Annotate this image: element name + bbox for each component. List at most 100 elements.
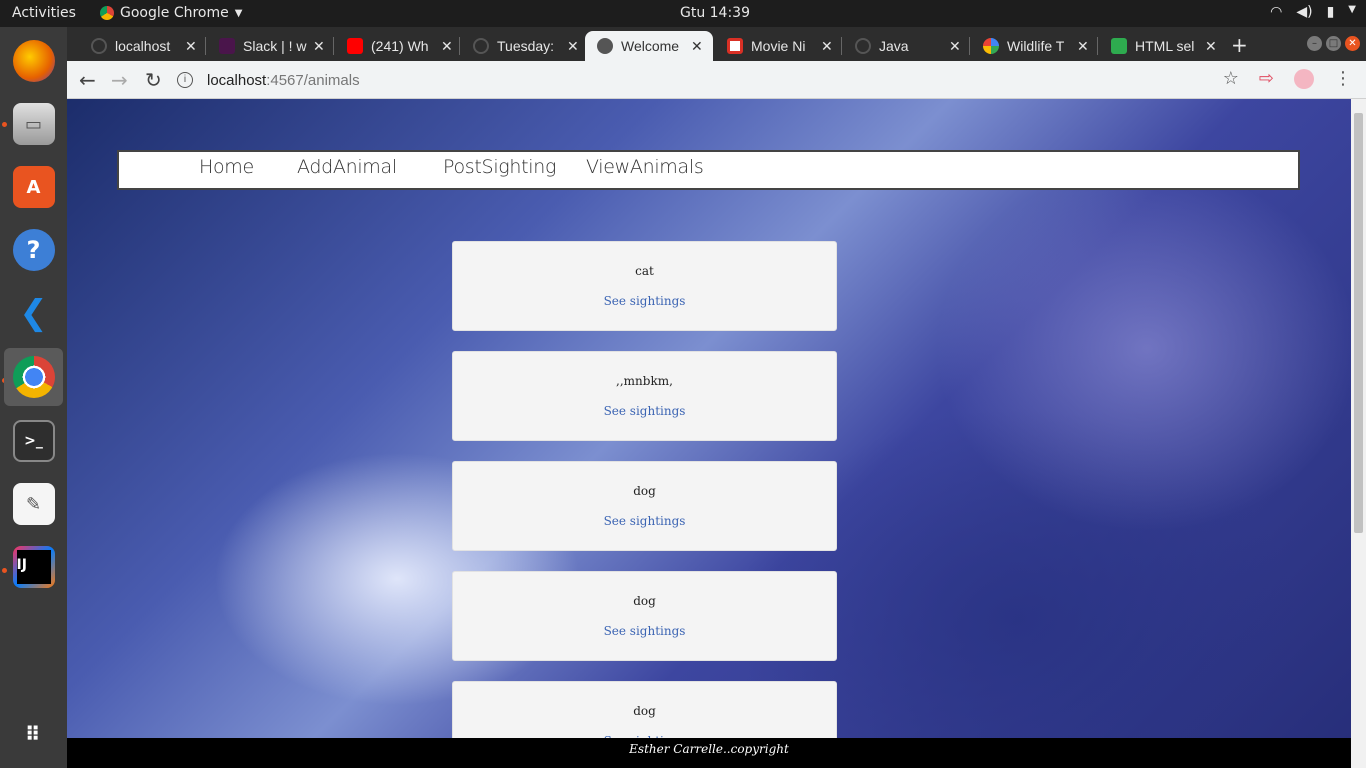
dock-text-editor[interactable]: ✎	[4, 475, 63, 533]
youtube-icon	[347, 38, 363, 54]
notepad-icon: ✎	[12, 483, 55, 525]
animal-card: ,,mnbkm, See sightings	[452, 351, 837, 441]
vscode-icon: ❮	[19, 293, 48, 333]
file-cabinet-icon: ▭	[12, 103, 55, 145]
dock-software[interactable]: A	[4, 158, 63, 216]
page-viewport: Home AddAnimal PostSighting ViewAnimals …	[67, 99, 1366, 768]
reload-icon[interactable]: ↻	[145, 68, 162, 92]
close-icon[interactable]: ✕	[691, 38, 703, 55]
loading-icon	[855, 38, 871, 54]
intellij-icon: IJ	[12, 546, 55, 588]
menu-icon[interactable]: ⋮	[1334, 68, 1352, 89]
animal-card: dog See sightings	[452, 461, 837, 551]
tab-tuesday[interactable]: Tuesday: ✕	[461, 31, 585, 61]
maximize-icon[interactable]: □	[1326, 36, 1341, 51]
loading-icon	[473, 38, 489, 54]
info-icon[interactable]: i	[177, 72, 193, 88]
wifi-icon: ◠	[1270, 4, 1283, 20]
close-icon[interactable]: ✕	[949, 38, 961, 55]
help-icon: ?	[12, 229, 55, 271]
nav-post-sighting[interactable]: PostSighting	[443, 156, 556, 178]
battery-icon: ▮	[1326, 4, 1335, 20]
close-icon[interactable]: ✕	[1077, 38, 1089, 55]
loading-icon	[91, 38, 107, 54]
see-sightings-link[interactable]: See sightings	[453, 514, 836, 528]
animal-card: dog See sightings	[452, 571, 837, 661]
star-icon[interactable]: ☆	[1223, 68, 1239, 89]
close-icon[interactable]: ✕	[441, 38, 453, 55]
chevron-down-icon: ▼	[1348, 4, 1356, 15]
tab-strip: localhost ✕ Slack | ! w ✕ (241) Wh ✕ Tue…	[67, 27, 1366, 61]
tab-welcome[interactable]: Welcome ✕	[585, 31, 713, 61]
dock-files[interactable]: ▭	[4, 95, 63, 153]
nav-home[interactable]: Home	[199, 156, 254, 178]
new-tab-button[interactable]: +	[1231, 33, 1248, 57]
tab-java[interactable]: Java ✕	[843, 31, 967, 61]
nav-view-animals[interactable]: ViewAnimals	[586, 156, 704, 178]
chrome-icon	[100, 6, 114, 20]
dock-vscode[interactable]: ❮	[4, 284, 63, 342]
page-footer: Esther Carrelle..copyright	[67, 738, 1351, 768]
tab-localhost[interactable]: localhost ✕	[79, 31, 203, 61]
animal-name: cat	[635, 264, 654, 278]
shopping-bag-icon: A	[12, 166, 55, 208]
animal-name: dog	[633, 484, 656, 498]
minimize-icon[interactable]: –	[1307, 36, 1322, 51]
avatar[interactable]	[1294, 68, 1314, 89]
slack-icon	[219, 38, 235, 54]
firefox-icon	[12, 40, 55, 82]
address-bar[interactable]: i localhost:4567/animals	[177, 66, 1217, 94]
dock-terminal[interactable]: >_	[4, 412, 63, 470]
activities-button[interactable]: Activities	[12, 5, 76, 21]
grid-icon: ⠿	[24, 722, 43, 746]
close-icon[interactable]: ✕	[567, 38, 579, 55]
system-top-bar: Activities Google Chrome ▼ Gtu 14:39 ◠ ◀…	[0, 0, 1366, 27]
tab-slack[interactable]: Slack | ! w ✕	[207, 31, 331, 61]
dock-firefox[interactable]	[4, 32, 63, 90]
animal-card: cat See sightings	[452, 241, 837, 331]
animal-name: dog	[633, 594, 656, 608]
dock-app-grid[interactable]: ⠿	[4, 705, 63, 763]
extension-icon[interactable]: ⇨	[1259, 68, 1274, 89]
volume-icon: ◀)	[1296, 4, 1313, 20]
close-icon[interactable]: ✕	[821, 38, 833, 55]
animal-name: ,,mnbkm,	[616, 374, 673, 388]
forward-icon[interactable]: →	[111, 68, 128, 92]
app-menu[interactable]: Google Chrome ▼	[100, 5, 242, 21]
globe-icon	[597, 38, 613, 54]
tab-gmail[interactable]: Movie Ni ✕	[715, 31, 839, 61]
see-sightings-link[interactable]: See sightings	[453, 404, 836, 418]
chrome-icon	[12, 356, 55, 398]
see-sightings-link[interactable]: See sightings	[453, 624, 836, 638]
toolbar-actions: ☆ ⇨ ⋮	[1223, 68, 1352, 89]
back-icon[interactable]: ←	[79, 68, 96, 92]
close-icon[interactable]: ✕	[185, 38, 197, 55]
tab-youtube[interactable]: (241) Wh ✕	[335, 31, 459, 61]
system-tray[interactable]: ◠ ◀) ▮ ▼	[1270, 4, 1356, 20]
vertical-scrollbar[interactable]	[1351, 99, 1366, 768]
terminal-icon: >_	[12, 420, 55, 462]
browser-toolbar: ← → ↻ i localhost:4567/animals ☆ ⇨ ⋮	[67, 61, 1366, 99]
clock[interactable]: Gtu 14:39	[640, 5, 790, 21]
url-host: localhost	[207, 71, 267, 89]
google-icon	[983, 38, 999, 54]
dock-intellij[interactable]: IJ	[4, 538, 63, 596]
browser-window: localhost ✕ Slack | ! w ✕ (241) Wh ✕ Tue…	[67, 27, 1366, 768]
tab-html[interactable]: HTML sel ✕	[1099, 31, 1223, 61]
dock-chrome[interactable]	[4, 348, 63, 406]
w3schools-icon	[1111, 38, 1127, 54]
window-controls: – □ ✕	[1307, 36, 1360, 51]
close-window-icon[interactable]: ✕	[1345, 36, 1360, 51]
see-sightings-link[interactable]: See sightings	[453, 294, 836, 308]
chevron-down-icon: ▼	[234, 7, 243, 19]
gmail-icon	[727, 38, 743, 54]
nav-add-animal[interactable]: AddAnimal	[297, 156, 397, 178]
app-name: Google Chrome	[120, 5, 229, 21]
scrollbar-thumb[interactable]	[1354, 113, 1363, 533]
close-icon[interactable]: ✕	[313, 38, 325, 55]
animal-name: dog	[633, 704, 656, 718]
dock: ▭ A ? ❮ >_ ✎ IJ ⠿	[0, 27, 67, 768]
tab-wildlife[interactable]: Wildlife T ✕	[971, 31, 1095, 61]
dock-help[interactable]: ?	[4, 221, 63, 279]
close-icon[interactable]: ✕	[1205, 38, 1217, 55]
